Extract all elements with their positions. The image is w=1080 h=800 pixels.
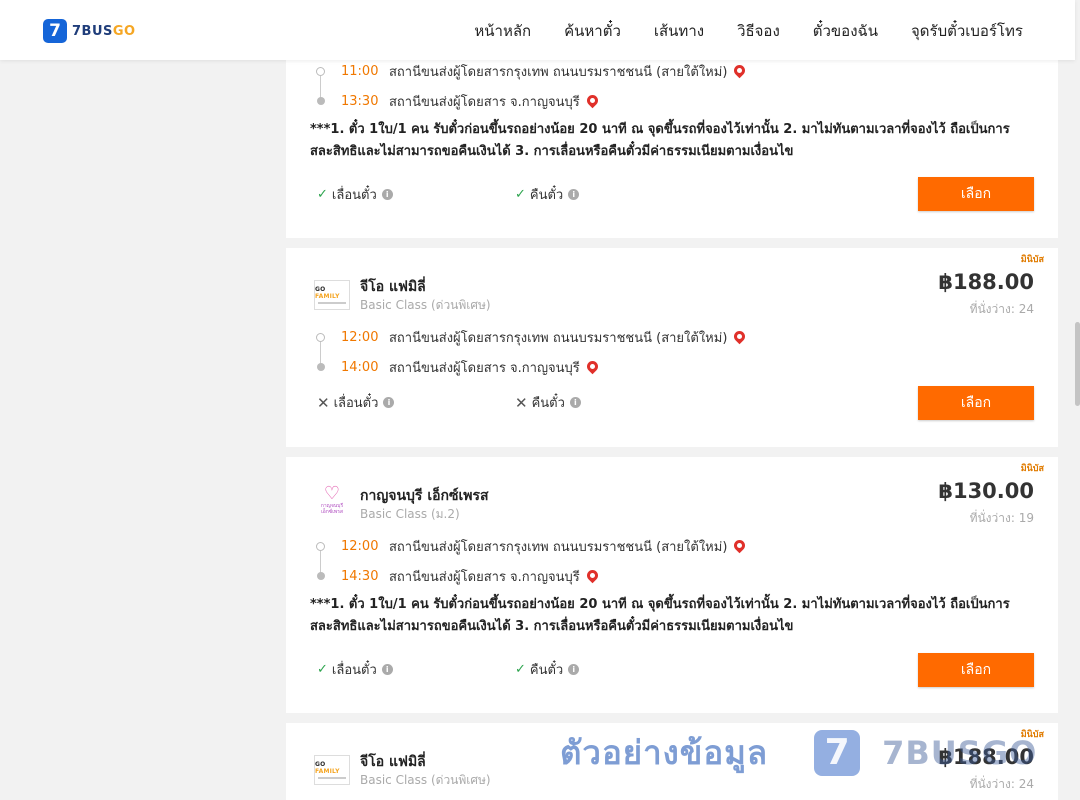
info-icon[interactable]: i: [568, 664, 580, 675]
arrival-time: 14:30: [341, 568, 379, 584]
heart-logo-icon: ♡: [323, 483, 341, 504]
arrival-stop: 14:30 สถานีขนส่งผู้โดยสาร จ.กาญจนบุรี: [341, 566, 601, 586]
departure-time: 12:00: [341, 329, 379, 345]
arrival-stop: 14:00 สถานีขนส่งผู้โดยสาร จ.กาญจนบุรี: [341, 357, 601, 377]
nav-routes[interactable]: เส้นทาง: [654, 19, 704, 43]
arrival-station: สถานีขนส่งผู้โดยสาร จ.กาญจนบุรี: [389, 94, 580, 110]
select-trip-button[interactable]: เลือก: [918, 177, 1034, 211]
scrollbar-thumb[interactable]: [1075, 322, 1080, 406]
ticket-notice: ***1. ตั๋ว 1ใบ/1 คน รับตั๋วก่อนขึ้นรถอย่…: [310, 597, 1010, 634]
seats-available: ที่นั่งว่าง: 24: [969, 777, 1034, 791]
refund-policy: ✓ คืนตั๋ว i: [515, 184, 580, 205]
seats-available: ที่นั่งว่าง: 24: [969, 302, 1034, 316]
departure-stop: 12:00 สถานีขนส่งผู้โดยสารกรุงเทพ ถนนบรมร…: [341, 536, 748, 556]
departure-station: สถานีขนส่งผู้โดยสารกรุงเทพ ถนนบรมราชชนนี…: [389, 539, 728, 555]
cross-icon: ✕: [515, 393, 528, 412]
ticket-notice: ***1. ตั๋ว 1ใบ/1 คน รับตั๋วก่อนขึ้นรถอย่…: [310, 122, 1010, 159]
operator-logo: GO FAMILY: [313, 276, 351, 314]
ticket-price: ฿188.00: [938, 270, 1034, 294]
operator-logo: GO FAMILY: [313, 751, 351, 789]
arrival-station: สถานีขนส่งผู้โดยสาร จ.กาญจนบุรี: [389, 569, 580, 585]
info-icon[interactable]: i: [381, 189, 393, 200]
check-icon: ✓: [515, 662, 526, 677]
select-trip-button[interactable]: เลือก: [918, 386, 1034, 420]
nav-my-tickets[interactable]: ตั๋วของฉัน: [813, 19, 878, 43]
logo-mark-icon: 7: [43, 19, 67, 43]
departure-time: 11:00: [341, 63, 379, 79]
reschedule-policy: ✕ เลื่อนตั๋ว i: [317, 392, 395, 413]
departure-station: สถานีขนส่งผู้โดยสารกรุงเทพ ถนนบรมราชชนนี…: [389, 330, 728, 346]
origin-dot: [316, 333, 325, 342]
select-trip-button[interactable]: เลือก: [918, 653, 1034, 687]
info-icon[interactable]: i: [568, 189, 580, 200]
map-pin-icon[interactable]: [584, 567, 601, 583]
arrival-station: สถานีขนส่งผู้โดยสาร จ.กาญจนบุรี: [389, 360, 580, 376]
map-pin-icon[interactable]: [584, 358, 601, 374]
vehicle-type-badge: มินิบัส: [1020, 255, 1044, 265]
info-icon[interactable]: i: [569, 397, 581, 408]
vehicle-type-badge: มินิบัส: [1020, 464, 1044, 474]
nav-search-ticket[interactable]: ค้นหาตั๋ว: [564, 19, 621, 43]
check-icon: ✓: [317, 187, 328, 202]
nav-home[interactable]: หน้าหลัก: [474, 19, 531, 43]
departure-stop: 11:00 สถานีขนส่งผู้โดยสารกรุงเทพ ถนนบรมร…: [341, 61, 748, 81]
operator-name: จีโอ แฟมิลี่: [360, 279, 426, 295]
destination-dot: [317, 363, 325, 371]
ticket-price: ฿130.00: [938, 479, 1034, 503]
ticket-price: ฿188.00: [938, 745, 1034, 769]
reschedule-policy: ✓ เลื่อนตั๋ว i: [317, 184, 393, 205]
reschedule-policy: ✓ เลื่อนตั๋ว i: [317, 659, 393, 680]
map-pin-icon[interactable]: [732, 328, 748, 344]
map-pin-icon[interactable]: [732, 62, 748, 78]
site-logo[interactable]: 7 7BUSGO: [43, 19, 136, 43]
top-navbar: 7 7BUSGO หน้าหลัก ค้นหาตั๋ว เส้นทาง วิธี…: [0, 0, 1075, 60]
check-icon: ✓: [317, 662, 328, 677]
trip-card: มินิบัส ♡ กาญจนบุรี เอ็กซ์เพรส กาญจนบุรี …: [286, 457, 1058, 713]
nav-how-to-book[interactable]: วิธีจอง: [737, 19, 780, 43]
service-class: Basic Class (ด่วนพิเศษ): [360, 773, 491, 787]
logo-text: 7BUSGO: [72, 23, 136, 39]
info-icon[interactable]: i: [383, 397, 395, 408]
departure-time: 12:00: [341, 538, 379, 554]
arrival-time: 13:30: [341, 93, 379, 109]
main-nav: หน้าหลัก ค้นหาตั๋ว เส้นทาง วิธีจอง ตั๋วข…: [441, 19, 1023, 43]
trip-card: มินิบัส GO FAMILY จีโอ แฟมิลี่ Basic Cla…: [286, 723, 1058, 800]
origin-dot: [316, 542, 325, 551]
service-class: Basic Class (ด่วนพิเศษ): [360, 298, 491, 312]
arrival-stop: 13:30 สถานีขนส่งผู้โดยสาร จ.กาญจนบุรี: [341, 91, 601, 111]
seats-available: ที่นั่งว่าง: 19: [969, 511, 1034, 525]
cross-icon: ✕: [317, 393, 330, 412]
check-icon: ✓: [515, 187, 526, 202]
destination-dot: [317, 97, 325, 105]
service-class: Basic Class (ม.2): [360, 507, 460, 521]
operator-name: กาญจนบุรี เอ็กซ์เพรส: [360, 488, 489, 504]
departure-stop: 12:00 สถานีขนส่งผู้โดยสารกรุงเทพ ถนนบรมร…: [341, 327, 748, 347]
refund-policy: ✕ คืนตั๋ว i: [515, 392, 581, 413]
operator-name: จีโอ แฟมิลี่: [360, 754, 426, 770]
operator-logo: ♡ กาญจนบุรี เอ็กซ์เพรส: [320, 483, 344, 516]
origin-dot: [316, 67, 325, 76]
destination-dot: [317, 572, 325, 580]
vehicle-type-badge: มินิบัส: [1020, 730, 1044, 740]
map-pin-icon[interactable]: [732, 537, 748, 553]
info-icon[interactable]: i: [381, 664, 393, 675]
page-scrollbar[interactable]: [1075, 0, 1080, 800]
refund-policy: ✓ คืนตั๋ว i: [515, 659, 580, 680]
arrival-time: 14:00: [341, 359, 379, 375]
nav-ticket-pickup-contacts[interactable]: จุดรับตั๋วเบอร์โทร: [911, 19, 1023, 43]
map-pin-icon[interactable]: [584, 92, 601, 108]
departure-station: สถานีขนส่งผู้โดยสารกรุงเทพ ถนนบรมราชชนนี…: [389, 64, 728, 80]
trip-card: มินิบัส GO FAMILY จีโอ แฟมิลี่ Basic Cla…: [286, 248, 1058, 447]
